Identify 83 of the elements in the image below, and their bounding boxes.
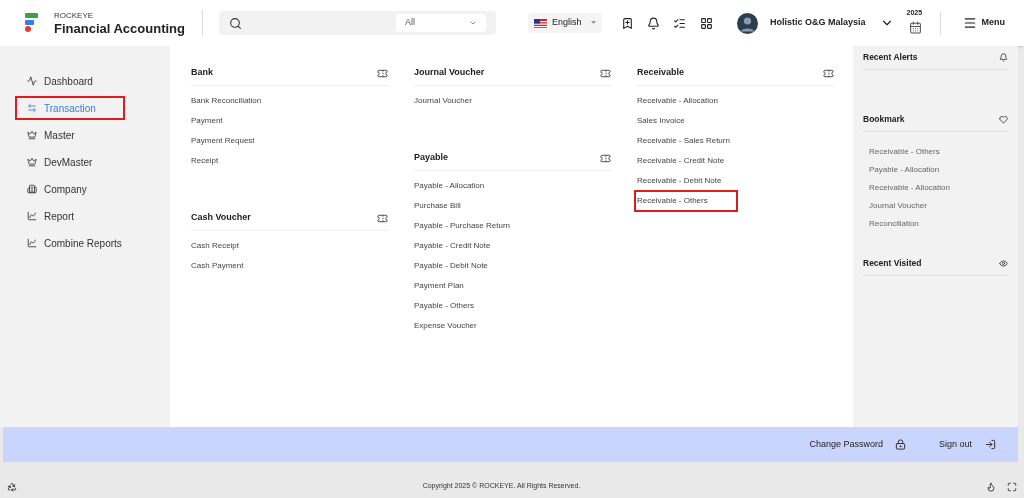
logo-icon bbox=[24, 13, 40, 33]
sidebar-item[interactable]: Report bbox=[17, 206, 123, 226]
building-icon bbox=[27, 184, 37, 194]
sign-out-button[interactable]: Sign out bbox=[938, 437, 996, 452]
sidebar-item[interactable]: Transaction bbox=[17, 98, 123, 118]
menu-link[interactable]: Payable - Allocation bbox=[414, 180, 485, 192]
eye-icon bbox=[999, 258, 1008, 268]
notifications-button[interactable] bbox=[645, 14, 662, 32]
bell-icon bbox=[647, 16, 660, 30]
sidebar-item[interactable]: DevMaster bbox=[17, 152, 123, 172]
bell-icon bbox=[999, 52, 1008, 62]
brand-subtitle: ROCKEYE bbox=[54, 11, 95, 20]
menu-link[interactable]: Payment Plan bbox=[414, 280, 464, 292]
crown-icon bbox=[27, 157, 37, 167]
calendar-icon[interactable] bbox=[908, 20, 922, 34]
panel-title: Recent Visited bbox=[863, 256, 922, 270]
menu-link[interactable]: Receipt bbox=[191, 155, 219, 167]
sidebar-item[interactable]: Combine Reports bbox=[17, 233, 123, 253]
bookmark-link[interactable]: Receivable - Others bbox=[869, 145, 1008, 158]
menu-link[interactable]: Payable - Debit Note bbox=[414, 260, 488, 272]
menu-link[interactable]: Payable - Purchase Return bbox=[414, 220, 511, 232]
sidebar-item[interactable]: Company bbox=[17, 179, 123, 199]
panel-title: Recent Alerts bbox=[863, 50, 918, 64]
user-name: Holistic O&G Malaysia bbox=[770, 16, 866, 30]
activity-icon bbox=[27, 76, 37, 86]
change-password-button[interactable]: Change Password bbox=[809, 437, 906, 452]
bookmark-link[interactable]: Reconciliation bbox=[869, 217, 1008, 230]
search-field[interactable]: All bbox=[219, 11, 496, 35]
section-title: Receivable bbox=[637, 66, 685, 80]
section-title: Payable bbox=[414, 151, 449, 165]
ticket-icon bbox=[600, 67, 611, 79]
flame-icon[interactable] bbox=[986, 481, 996, 492]
menu-link[interactable]: Receivable - Credit Note bbox=[637, 155, 725, 167]
sign-out-icon bbox=[985, 439, 996, 450]
ticket-icon bbox=[377, 212, 388, 224]
recycle-icon[interactable] bbox=[7, 481, 17, 492]
search-icon bbox=[229, 16, 242, 30]
panel-title: Bookmark bbox=[863, 112, 905, 126]
menu-link[interactable]: Journal Voucher bbox=[414, 95, 472, 107]
section-title: Cash Voucher bbox=[191, 211, 251, 225]
bookmark-link[interactable]: Payable - Allocation bbox=[869, 163, 1008, 176]
heart-icon bbox=[999, 114, 1008, 124]
menu-button[interactable]: Menu bbox=[962, 16, 1006, 30]
fullscreen-icon[interactable] bbox=[1007, 481, 1017, 492]
language-select[interactable]: English bbox=[528, 13, 602, 33]
sidebar-item[interactable]: Dashboard bbox=[17, 71, 123, 91]
checklist-icon bbox=[673, 16, 686, 30]
menu-link[interactable]: Receivable - Sales Return bbox=[637, 135, 730, 147]
ticket-icon bbox=[600, 152, 611, 164]
menu-link[interactable]: Receivable - Allocation bbox=[637, 95, 718, 107]
menu-link[interactable]: Cash Receipt bbox=[191, 240, 240, 252]
ticket-icon bbox=[377, 67, 388, 79]
chevron-down-icon bbox=[469, 19, 477, 27]
menu-link[interactable]: Payable - Credit Note bbox=[414, 240, 491, 252]
menu-link[interactable]: Purchase Bill bbox=[414, 200, 461, 212]
sidebar-item[interactable]: Master bbox=[17, 125, 123, 145]
menu-link[interactable]: Expense Voucher bbox=[414, 320, 477, 332]
menu-link[interactable]: Sales Invoice bbox=[637, 115, 685, 127]
menu-link[interactable]: Receivable - Debit Note bbox=[637, 175, 722, 187]
scope-select[interactable]: All bbox=[396, 14, 486, 32]
avatar bbox=[737, 12, 758, 34]
app-title: Financial Accounting bbox=[54, 21, 185, 35]
menu-link[interactable]: Payable - Others bbox=[414, 300, 475, 312]
chart-icon bbox=[27, 238, 37, 248]
grid-icon bbox=[700, 16, 713, 30]
caret-icon bbox=[591, 21, 596, 25]
menu-link[interactable]: Payment bbox=[191, 115, 223, 127]
bookmark-icon bbox=[621, 16, 634, 30]
menu-link[interactable]: Bank Reconciliation bbox=[191, 95, 262, 107]
menu-link[interactable]: Cash Payment bbox=[191, 260, 244, 272]
chart-icon bbox=[27, 211, 37, 221]
flag-icon bbox=[534, 18, 547, 28]
menu-link[interactable]: Receivable - Others bbox=[636, 192, 736, 210]
section-title: Bank bbox=[191, 66, 213, 80]
menu-icon bbox=[962, 16, 977, 30]
section-title: Journal Voucher bbox=[414, 66, 485, 80]
menu-link[interactable]: Payment Request bbox=[191, 135, 255, 147]
arrows-icon bbox=[27, 103, 37, 113]
bookmark-link[interactable]: Journal Voucher bbox=[869, 199, 1008, 212]
bookmark-link[interactable]: Receivable - Allocation bbox=[869, 181, 1008, 194]
ticket-icon bbox=[823, 67, 834, 79]
crown-icon bbox=[27, 130, 37, 140]
lock-icon bbox=[894, 439, 906, 450]
